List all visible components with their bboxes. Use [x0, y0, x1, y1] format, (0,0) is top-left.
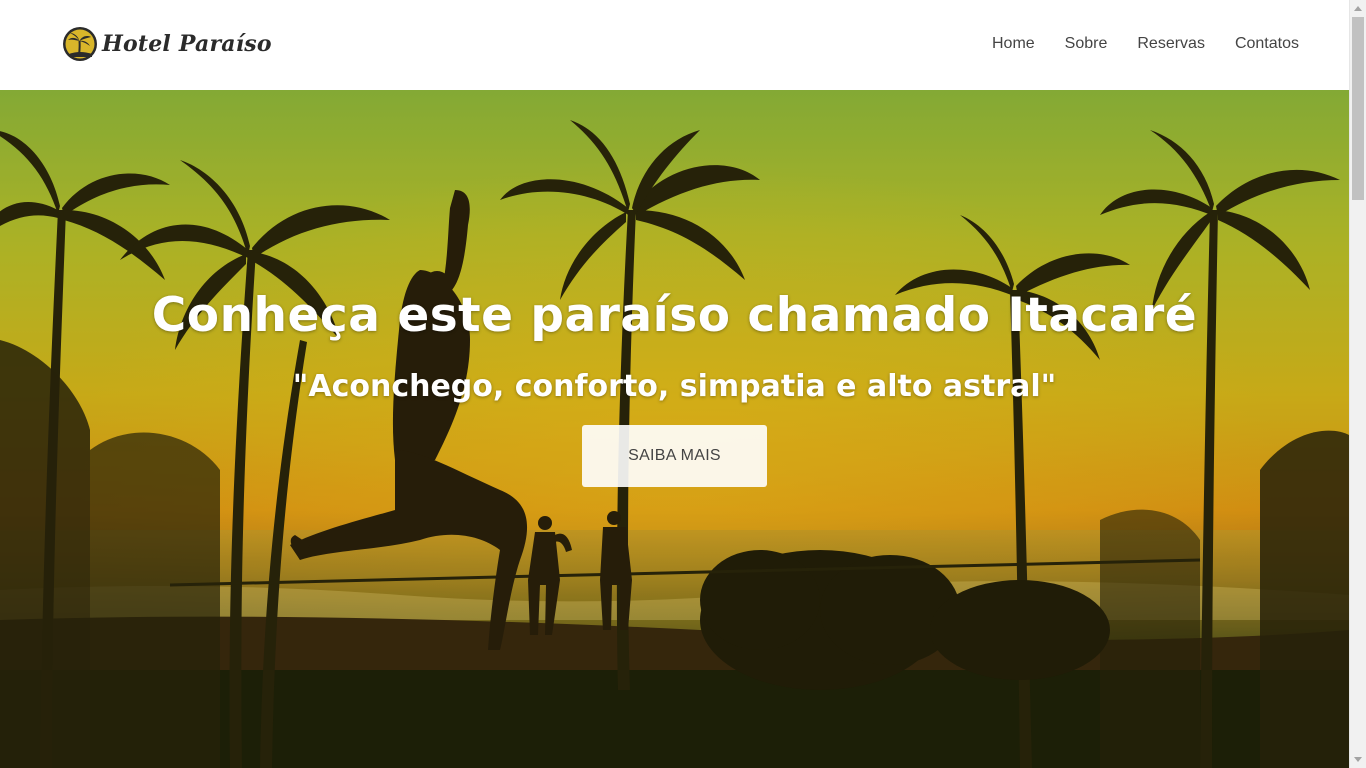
nav-sobre[interactable]: Sobre — [1065, 34, 1108, 54]
nav-home[interactable]: Home — [992, 34, 1035, 54]
palm-tree-logo-icon — [63, 27, 97, 61]
chevron-down-icon[interactable] — [1350, 751, 1366, 768]
main-nav: Home Sobre Reservas Contatos — [992, 34, 1299, 54]
site-header: Hotel Paraíso Home Sobre Reservas Contat… — [0, 0, 1349, 90]
nav-reservas[interactable]: Reservas — [1137, 34, 1205, 54]
hero-title: Conheça este paraíso chamado Itacaré — [151, 288, 1198, 343]
vertical-scrollbar[interactable] — [1349, 0, 1366, 768]
page: Hotel Paraíso Home Sobre Reservas Contat… — [0, 0, 1366, 768]
hero-subtitle: "Aconchego, conforto, simpatia e alto as… — [292, 369, 1057, 404]
hero-section: Conheça este paraíso chamado Itacaré "Ac… — [0, 90, 1349, 768]
scrollbar-thumb[interactable] — [1352, 17, 1364, 200]
chevron-up-icon[interactable] — [1350, 0, 1366, 17]
logo-text: Hotel Paraíso — [102, 31, 272, 57]
nav-contatos[interactable]: Contatos — [1235, 34, 1299, 54]
saiba-mais-button[interactable]: SAIBA MAIS — [582, 425, 767, 487]
logo-link[interactable]: Hotel Paraíso — [62, 26, 272, 62]
